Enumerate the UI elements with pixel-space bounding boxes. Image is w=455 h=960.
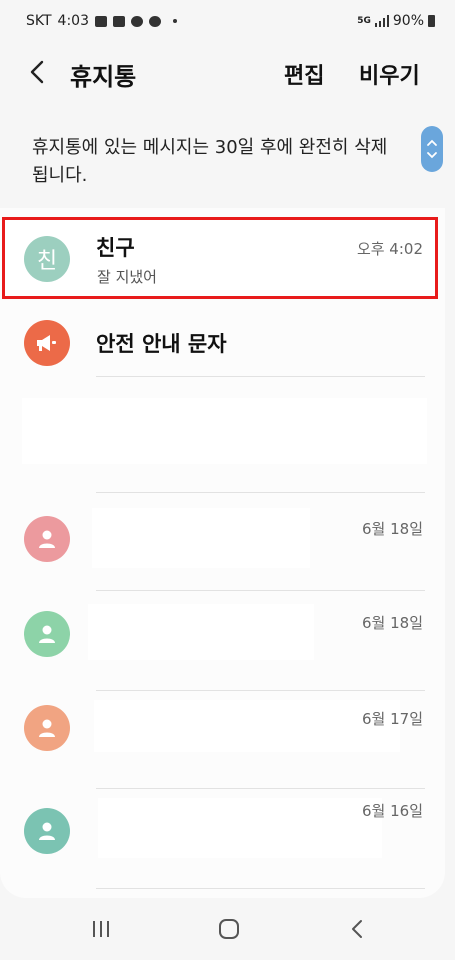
talk-notification-icon	[131, 15, 143, 27]
app-bar: 휴지통 편집 비우기	[0, 45, 455, 101]
divider	[96, 690, 425, 691]
chat-notification-icon	[149, 15, 161, 27]
divider	[96, 788, 425, 789]
message-preview: 잘 지냈어	[97, 268, 157, 286]
message-date: 6월 17일	[362, 710, 423, 728]
person-icon	[39, 822, 55, 840]
trash-notice: 휴지통에 있는 메시지는 30일 후에 완전히 삭제됩니다.	[32, 137, 388, 186]
redacted-content	[94, 700, 400, 752]
message-notification-icon	[113, 15, 125, 27]
message-date: 6월 16일	[362, 802, 423, 820]
back-nav-button[interactable]	[347, 918, 369, 944]
page-title: 휴지통	[70, 63, 137, 91]
avatar	[24, 320, 70, 366]
divider	[96, 376, 425, 377]
redacted-area	[22, 398, 427, 464]
message-time: 오후 4:02	[356, 240, 423, 258]
person-icon	[39, 625, 55, 643]
back-nav-icon	[352, 920, 362, 938]
battery-percent: 90%	[392, 13, 424, 29]
battery-icon	[428, 15, 435, 27]
more-notifications-icon	[173, 19, 177, 23]
avatar	[24, 516, 70, 562]
navigation-bar	[0, 900, 455, 960]
gallery-notification-icon	[95, 15, 107, 27]
list-item-safety-alert[interactable]: 안전 안내 문자	[0, 300, 445, 376]
contact-name: 친구	[96, 236, 135, 260]
scroll-button[interactable]	[421, 126, 443, 172]
status-bar: SKT 4:03 5G 90%	[0, 0, 455, 42]
network-type: 5G	[357, 16, 371, 26]
list-item[interactable]: 6월 18일	[0, 598, 445, 690]
divider	[96, 590, 425, 591]
back-button[interactable]	[26, 57, 52, 87]
megaphone-icon	[37, 335, 56, 351]
home-button[interactable]	[218, 918, 240, 944]
redacted-content	[92, 508, 310, 568]
recent-apps-icon	[93, 921, 109, 937]
divider	[96, 492, 425, 493]
redacted-content	[98, 798, 382, 858]
recent-apps-button[interactable]	[90, 918, 112, 944]
person-icon	[39, 530, 55, 548]
home-icon	[219, 919, 239, 939]
avatar	[24, 611, 70, 657]
carrier-label: SKT	[26, 13, 52, 29]
avatar: 친	[24, 236, 70, 282]
message-date: 6월 18일	[362, 520, 423, 538]
divider	[96, 888, 425, 889]
list-item-friend[interactable]: 친 친구 잘 지냈어 오후 4:02	[0, 220, 445, 298]
edit-button[interactable]: 편집	[284, 58, 324, 90]
back-arrow-icon	[30, 60, 44, 84]
list-item[interactable]: 6월 16일	[0, 794, 445, 888]
redacted-content	[88, 604, 314, 660]
person-icon	[39, 719, 55, 737]
empty-trash-button[interactable]: 비우기	[359, 58, 420, 90]
scroll-chevrons-icon	[427, 139, 437, 159]
message-date: 6월 18일	[362, 614, 423, 632]
clock: 4:03	[57, 13, 89, 29]
avatar	[24, 808, 70, 854]
contact-name: 안전 안내 문자	[96, 332, 227, 356]
list-item[interactable]: 6월 17일	[0, 696, 445, 788]
signal-icon	[374, 15, 389, 27]
avatar	[24, 705, 70, 751]
list-item[interactable]: 6월 18일	[0, 500, 445, 590]
